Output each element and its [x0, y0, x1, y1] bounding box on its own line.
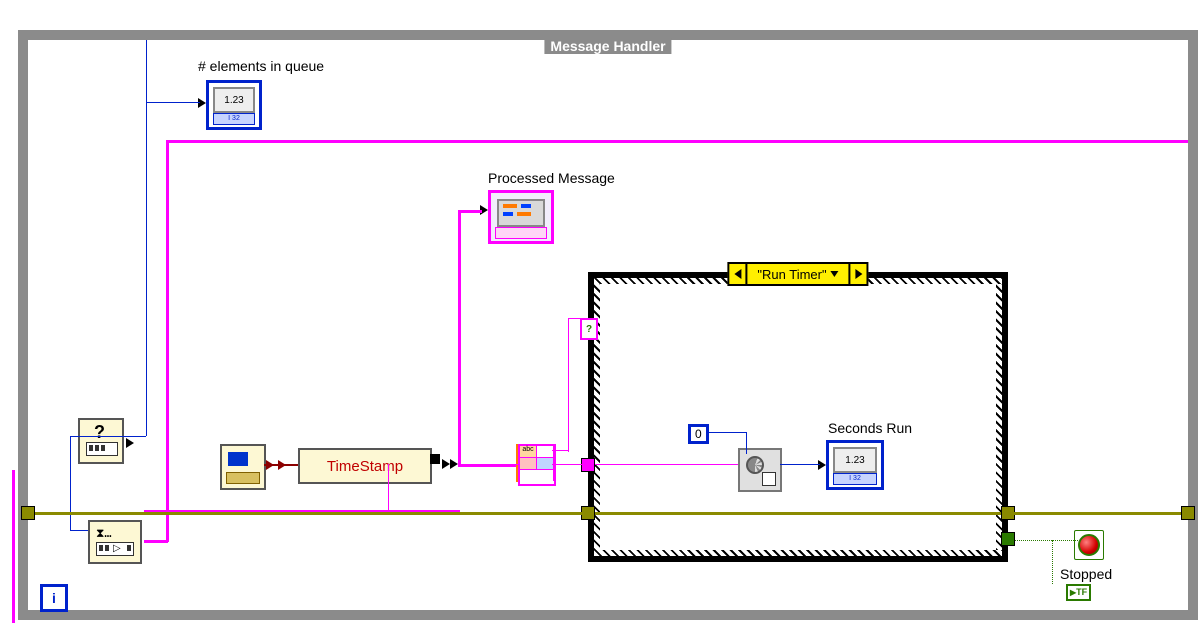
node-queue-status[interactable]: ? — [78, 418, 124, 464]
constant-timestamp-label[interactable]: TimeStamp — [298, 448, 432, 484]
wire-darkred — [264, 464, 298, 466]
indicator-elements-in-queue[interactable]: 1.23 I 32 — [206, 80, 262, 130]
wire-pink — [460, 464, 518, 465]
wire-pink — [552, 464, 582, 465]
i32-tag: I 32 — [213, 113, 255, 125]
node-dequeue[interactable]: ⧗… ▷ — [88, 520, 142, 564]
wire-pink — [568, 318, 569, 452]
tunnel-variant-in — [581, 458, 595, 472]
monitor-icon — [228, 452, 248, 466]
label-elements-in-queue: # elements in queue — [198, 58, 324, 74]
iteration-terminal: i — [40, 584, 68, 612]
output-arrow-icon — [450, 459, 458, 469]
shift-register-right — [1181, 506, 1195, 520]
timestamp-text: TimeStamp — [327, 458, 403, 475]
wire-pink — [388, 464, 389, 514]
case-selector-terminal: ? — [580, 318, 598, 340]
question-mark-icon: ? — [94, 422, 105, 443]
node-unbundle-by-name[interactable]: abc — [518, 444, 556, 486]
wire-pink — [552, 450, 568, 451]
indicator-value: 1.23 — [833, 447, 877, 473]
indicator-input-arrow-icon — [198, 98, 206, 108]
i32-tag: I 32 — [833, 473, 877, 485]
wire-pink-thick — [12, 470, 15, 623]
label-processed-message: Processed Message — [488, 170, 615, 186]
wire-blue — [146, 102, 200, 103]
label-stopped: Stopped — [1060, 566, 1112, 582]
wire-green — [1052, 540, 1054, 584]
indicator-processed-message[interactable] — [488, 190, 554, 244]
zero-value: 0 — [695, 427, 702, 441]
loop-stop-terminal[interactable] — [1078, 534, 1100, 556]
wire-pink-thick — [166, 140, 169, 542]
loop-title: Message Handler — [544, 38, 671, 54]
wire-blue — [746, 432, 747, 454]
shift-register-left — [21, 506, 35, 520]
case-value-text: "Run Timer" — [757, 267, 826, 282]
queue-glyph-icon: ▷ — [96, 542, 134, 556]
pc-body-icon — [226, 472, 260, 484]
wire-pink — [568, 318, 582, 319]
while-loop: Message Handler # elements in queue 1.23… — [18, 30, 1198, 620]
wire-blue — [70, 436, 71, 530]
cluster-icon — [497, 199, 545, 227]
node-output-arrow-icon — [126, 438, 134, 448]
bundle-handle-icon — [430, 454, 440, 464]
cluster-type-tag — [495, 227, 547, 239]
unbundle-row-label: abc — [520, 446, 537, 457]
wire-olive-thick — [1008, 512, 1188, 515]
tf-tag: TF — [1076, 587, 1087, 597]
indicator-seconds-run[interactable]: 1.23 I 32 — [826, 440, 884, 490]
wire-pink-thick — [144, 540, 168, 543]
wire-blue — [708, 432, 746, 433]
indicator-input-arrow-icon — [818, 460, 826, 470]
dropdown-chevron-icon — [831, 271, 839, 277]
wire-pink-thick — [458, 210, 482, 213]
tunnel-bool-out — [1001, 532, 1015, 546]
wire-olive — [594, 512, 1002, 515]
wire-pink — [594, 464, 738, 465]
queue-glyph-icon — [86, 442, 118, 456]
wire-green — [1008, 540, 1078, 542]
wire-blue — [70, 436, 146, 437]
wire-pink-thick — [458, 210, 461, 464]
wire-blue — [780, 464, 820, 465]
node-invoke[interactable] — [738, 448, 782, 492]
wire-pink-thick — [166, 140, 1188, 143]
diagram-canvas: Message Handler # elements in queue 1.23… — [0, 0, 1200, 623]
case-structure[interactable]: "Run Timer" 0 Seconds Run 1.23 I 32 — [588, 272, 1008, 562]
node-get-datetime[interactable] — [220, 444, 266, 490]
iteration-i: i — [52, 590, 56, 606]
wire-blue — [70, 530, 88, 531]
case-next-arrow-icon[interactable] — [849, 264, 867, 284]
hourglass-icon: ⧗… — [96, 526, 112, 541]
output-arrow-icon — [442, 459, 450, 469]
indicator-value: 1.23 — [213, 87, 255, 113]
case-prev-arrow-icon[interactable] — [729, 264, 747, 284]
case-value[interactable]: "Run Timer" — [747, 264, 848, 284]
unbundle-left-rail — [516, 444, 518, 482]
indicator-stopped[interactable]: ▶TF — [1066, 584, 1091, 601]
case-border — [588, 272, 1008, 562]
constant-zero[interactable]: 0 — [688, 424, 709, 444]
case-selector[interactable]: "Run Timer" — [727, 262, 868, 286]
wire-olive-thick — [28, 512, 588, 515]
wire-blue — [146, 40, 147, 436]
label-seconds-run: Seconds Run — [828, 420, 912, 436]
